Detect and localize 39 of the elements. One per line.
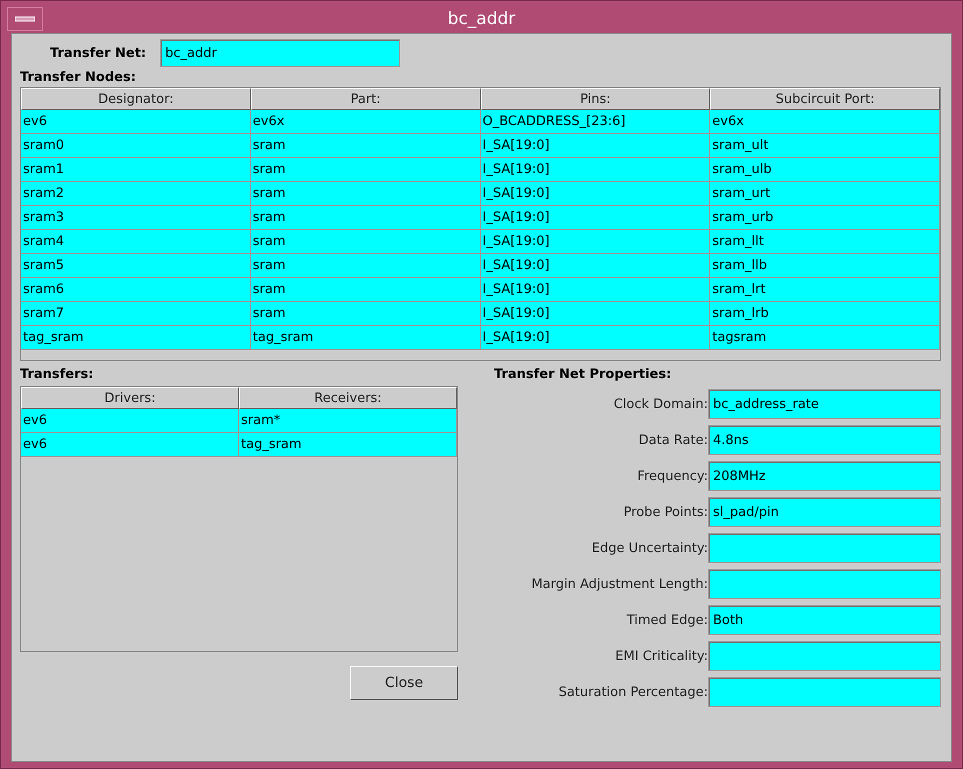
table-cell: tag_sram xyxy=(21,326,251,350)
input-field[interactable]: bc_addr xyxy=(160,39,400,67)
field-label: Data Rate: xyxy=(638,432,708,448)
field-label: Frequency: xyxy=(636,468,708,484)
input-field[interactable]: 4.8ns xyxy=(708,425,941,455)
field-label: Transfer Net: xyxy=(50,46,146,60)
input-field[interactable]: Both xyxy=(708,605,941,635)
section-title: Transfer Net Properties: xyxy=(494,367,672,382)
column-header[interactable]: Designator: xyxy=(21,88,251,110)
input-field[interactable] xyxy=(708,677,941,707)
input-field[interactable] xyxy=(708,641,941,671)
column-header[interactable]: Receivers: xyxy=(239,387,457,409)
section-title: Transfer Nodes: xyxy=(20,70,137,85)
column-header[interactable]: Part: xyxy=(250,88,480,110)
field-label: Margin Adjustment Length: xyxy=(530,576,708,592)
table-cell: I_SA[19:0] xyxy=(480,326,710,350)
field-label: Edge Uncertainty: xyxy=(590,540,708,556)
field-label: Saturation Percentage: xyxy=(558,684,708,700)
column-header[interactable]: Drivers: xyxy=(21,387,239,409)
input-field[interactable]: bc_address_rate xyxy=(708,389,941,419)
table-cell: tag_sram xyxy=(239,433,457,457)
field-label: Timed Edge: xyxy=(626,612,708,628)
input-field[interactable]: 208MHz xyxy=(708,461,941,491)
input-field[interactable] xyxy=(708,533,941,563)
column-header[interactable]: Pins: xyxy=(480,88,710,110)
table-cell: tag_sram xyxy=(250,326,480,350)
field-label: EMI Criticality: xyxy=(614,648,708,664)
input-field[interactable]: sl_pad/pin xyxy=(708,497,941,527)
table-cell: tagsram xyxy=(710,326,940,350)
table-cell: ev6 xyxy=(21,433,239,457)
field-label: Probe Points: xyxy=(622,504,708,520)
column-header[interactable]: Subcircuit Port: xyxy=(710,88,940,110)
minus-icon xyxy=(15,16,35,22)
window-title: bc_addr xyxy=(448,9,516,29)
field-label: Clock Domain: xyxy=(612,396,708,412)
input-field[interactable] xyxy=(708,569,941,599)
section-title: Transfers: xyxy=(20,367,94,382)
window-menu-button[interactable] xyxy=(7,7,43,31)
close-button[interactable]: Close xyxy=(350,666,458,700)
